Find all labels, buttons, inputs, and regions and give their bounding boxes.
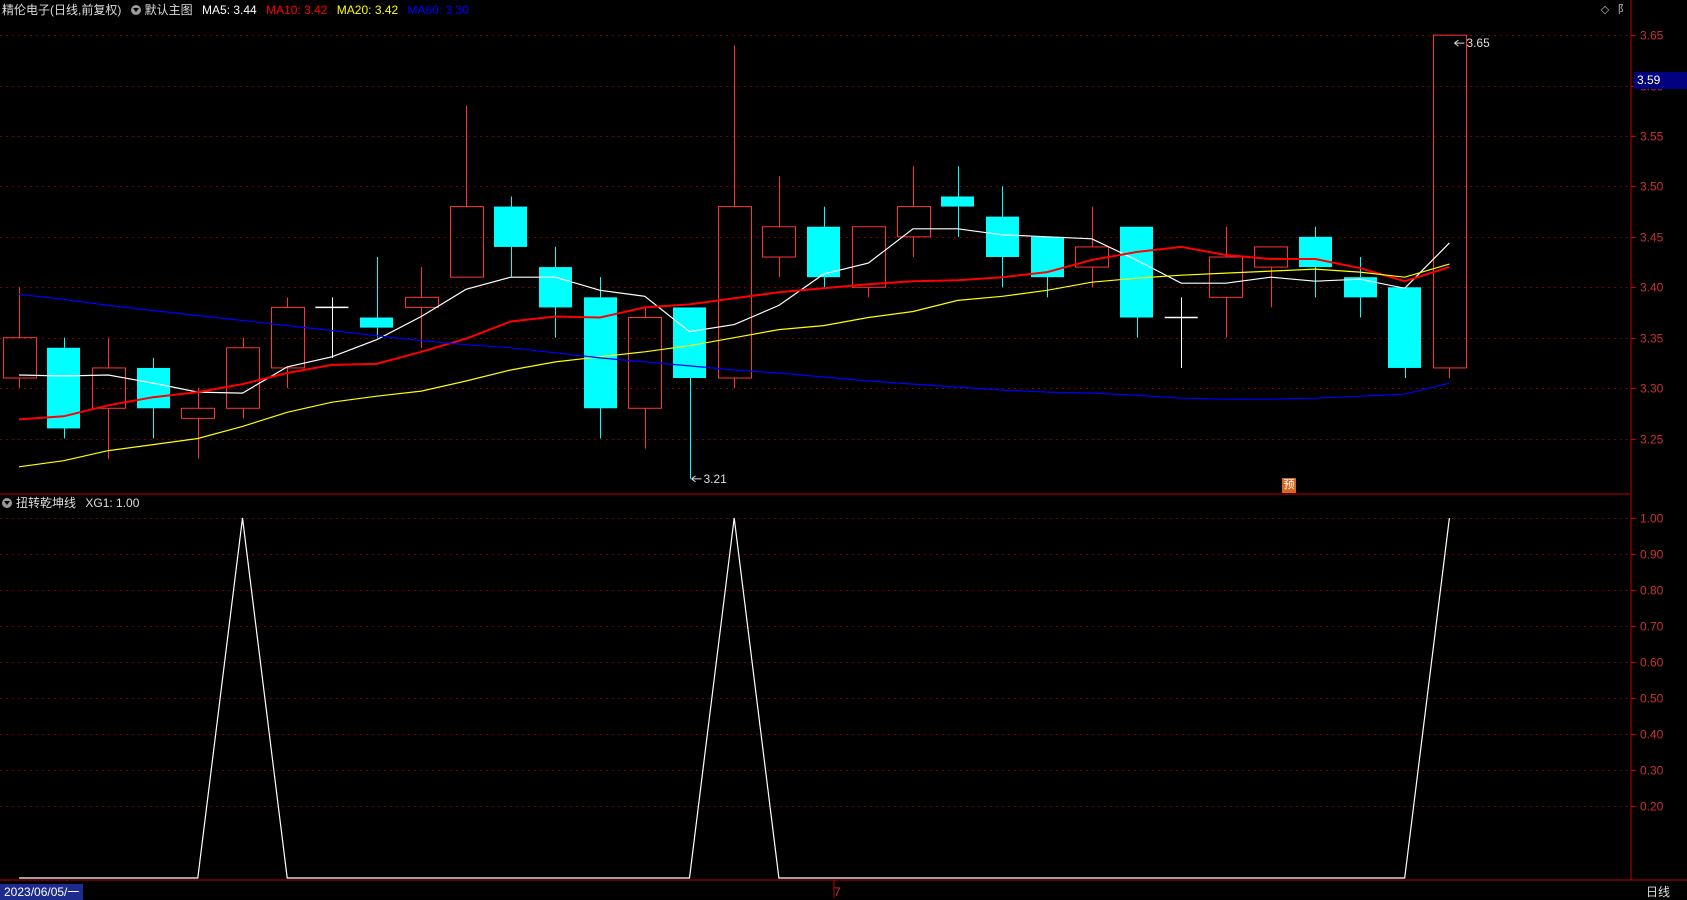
candle-body-down [494,206,527,247]
candle-body-down [539,267,572,308]
candle-body-up [1209,256,1243,298]
y-tick-label: 0.90 [1640,548,1664,562]
candle-body-down [941,196,974,207]
candle-body-up [762,226,796,258]
x-axis-tick: 7 [834,885,841,899]
indicator-value: XG1: 1.00 [85,496,140,510]
y-tick-label: 3.45 [1640,231,1664,245]
y-tick-label: 0.70 [1640,620,1664,634]
candle-body-up [271,306,305,369]
candle-body-down [360,317,393,328]
candle-body-up [226,347,260,409]
y-tick-label: 0.40 [1640,728,1664,742]
indicator-line-xg1 [19,517,1450,879]
ma20-label: MA20: 3.42 [336,3,399,17]
stock-title[interactable]: 精伦电子(日线,前复权) [2,3,121,17]
diamond-icon[interactable]: ◇ [1598,3,1612,17]
candle-body-up [3,337,37,379]
current-price-tag: 3.59 [1634,72,1687,89]
candle-body-up [450,206,484,278]
low-price-label: 3.21 [704,472,728,486]
ma60-label: MA60: 3.30 [407,3,469,17]
y-tick-label: 0.60 [1640,656,1664,670]
y-tick-label: 3.55 [1640,130,1664,144]
stock-chart-canvas[interactable]: 3.253.303.353.403.453.503.553.603.650.20… [0,0,1687,900]
ma-line-ma20 [18,263,1450,468]
y-tick-label: 3.30 [1640,382,1664,396]
indicator-name[interactable]: 扭转乾坤线 [16,496,76,510]
low-arrow-icon [691,475,702,483]
y-tick-label: 0.20 [1640,800,1664,814]
candle-body-down [986,216,1019,257]
ma-line-ma5 [18,228,1450,394]
y-tick-label: 3.25 [1640,433,1664,447]
dropdown-circle-icon[interactable] [130,5,141,15]
candle-body-down [807,226,840,278]
main-chart-menu[interactable]: 默认主图 [130,3,193,17]
candle-body-up [897,206,931,238]
ma5-label: MA5: 3.44 [202,3,257,17]
candle-body-up [181,407,215,419]
high-price-label: 3.65 [1466,36,1490,50]
y-tick-label: 1.00 [1640,512,1664,526]
ma10-label: MA10: 3.42 [266,3,328,17]
candle-body-up [852,226,886,288]
settings-icon[interactable]: 阝 [1616,3,1630,17]
y-tick-label: 0.30 [1640,764,1664,778]
candle-body-up [718,206,752,379]
forecast-badge[interactable]: 预 [1282,478,1296,493]
candle-body-down [1299,236,1332,268]
candle-body-down [137,367,170,409]
y-tick-label: 3.40 [1640,281,1664,295]
dropdown-circle-icon[interactable] [2,498,12,508]
cursor-date-label: 2023/06/05/一 [0,884,84,900]
indicator-header: 扭转乾坤线 XG1: 1.00 [2,494,145,512]
candle-body-up [1433,34,1467,369]
period-label[interactable]: 日线 [1646,884,1670,900]
y-tick-label: 3.65 [1640,29,1664,43]
candle-body-up [405,296,439,308]
candle-body-down [1388,287,1421,368]
candle-body-down [1120,226,1153,318]
y-tick-label: 0.50 [1640,692,1664,706]
high-arrow-icon [1454,39,1465,47]
y-tick-label: 0.80 [1640,584,1664,598]
y-tick-label: 3.50 [1640,180,1664,194]
main-chart-header: 精伦电子(日线,前复权) 默认主图 MA5: 3.44 MA10: 3.42 M… [2,1,475,19]
y-tick-label: 3.35 [1640,332,1664,346]
